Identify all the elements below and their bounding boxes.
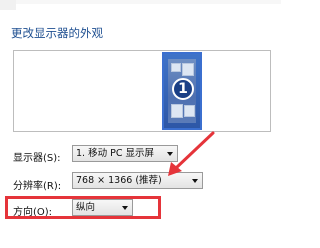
display-select[interactable]: 1. 移动 PC 显示屏 (72, 145, 178, 162)
window-corner (0, 0, 16, 10)
resolution-select-value: 768 × 1366 (推荐) (76, 175, 162, 186)
monitor-icon[interactable]: 1 (162, 52, 202, 130)
monitor-preview-area (13, 50, 271, 132)
resolution-select[interactable]: 768 × 1366 (推荐) (72, 172, 203, 189)
window-thumbnail (171, 104, 183, 118)
window-thumbnail (182, 63, 194, 76)
window-thumbnail (184, 105, 195, 117)
resolution-label: 分辨率(R): (13, 181, 62, 192)
window-top-edge (16, 0, 281, 4)
display-select-value: 1. 移动 PC 显示屏 (76, 148, 154, 159)
window-thumbnail (171, 63, 181, 72)
chevron-down-icon (167, 152, 173, 156)
page-title: 更改显示器的外观 (11, 26, 103, 40)
display-settings-panel: 更改显示器的外观 1 显示器(S): 1. 移动 PC 显示屏 分辨率(R): … (0, 0, 281, 248)
display-label: 显示器(S): (13, 153, 61, 164)
chevron-down-icon (192, 179, 198, 183)
highlight-box (5, 196, 161, 219)
monitor-number-badge: 1 (172, 78, 194, 100)
